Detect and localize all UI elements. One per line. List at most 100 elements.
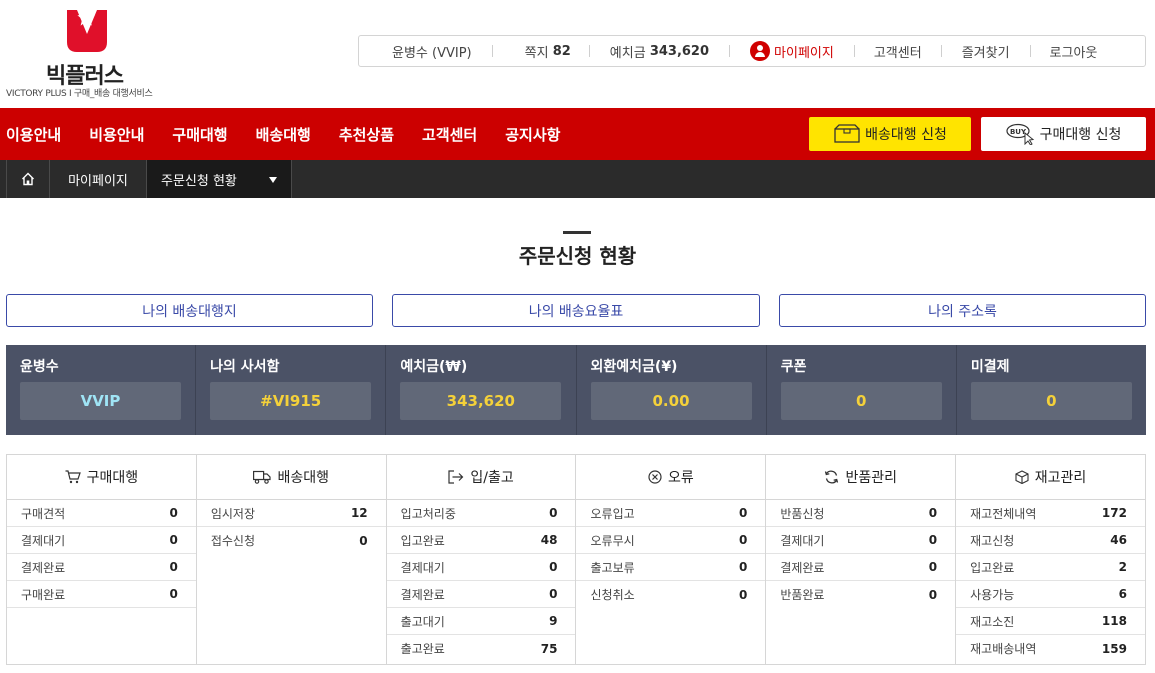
status-row-label: 출고완료 — [400, 642, 445, 656]
mypage-link[interactable]: 마이페이지 — [730, 36, 854, 66]
status-row[interactable]: 사용가능 6 — [956, 581, 1145, 608]
breadcrumb-mypage[interactable]: 마이페이지 — [50, 160, 147, 198]
status-row[interactable]: 입고완료 48 — [386, 527, 576, 554]
breadcrumb-current-dropdown[interactable]: 주문신청 현황 — [147, 160, 292, 198]
account-summary-panel: 윤병수 VVIP 나의 사서함 #VI915 예치금(₩) 343,620 외환… — [6, 345, 1146, 435]
my-shipping-rates-button[interactable]: 나의 배송요율표 — [392, 294, 760, 327]
status-row[interactable]: 결제완료 0 — [7, 554, 196, 581]
sign-in-icon — [448, 470, 464, 484]
summary-label: 외환예치금(¥) — [590, 359, 678, 375]
status-row[interactable]: 구매견적 0 — [7, 500, 196, 527]
status-row-label: 재고전체내역 — [970, 506, 1037, 521]
status-row[interactable]: 신청취소 0 — [576, 581, 765, 608]
user-grade: 윤병수 (VVIP) — [359, 36, 492, 66]
status-row-count: 48 — [540, 533, 558, 547]
status-grid: 구매대행 구매견적 0 결제대기 0 결제완료 0 구매완료 0 배송대행 임시저장 12… — [6, 454, 1146, 665]
status-column-inventory: 재고관리 재고전체내역 172 재고신청 46 입고완료 2 사용가능 6 재고소진 11… — [956, 455, 1145, 664]
logo-tagline: VICTORY PLUS I 구매_배송 대행서비스 — [6, 89, 153, 99]
my-shipping-address-button[interactable]: 나의 배송대행지 — [6, 294, 373, 327]
status-row[interactable]: 입고처리중 0 — [386, 500, 576, 527]
nav-item-purchase-agency[interactable]: 구매대행 — [172, 124, 227, 145]
status-row[interactable]: 결제완료 0 — [766, 554, 956, 581]
status-row[interactable]: 재고배송내역 159 — [956, 635, 1145, 662]
nav-item-shipping-agency[interactable]: 배송대행 — [256, 124, 311, 145]
status-row[interactable]: 결제대기 0 — [766, 527, 956, 554]
status-row[interactable]: 입고완료 2 — [956, 554, 1145, 581]
status-column-header: 입/출고 — [386, 455, 576, 500]
status-row-label: 결제완료 — [400, 587, 445, 602]
status-row-count: 118 — [1101, 614, 1127, 628]
buy-cursor-icon: BUY — [1006, 123, 1034, 145]
notes-label: 쪽지 — [524, 45, 549, 61]
status-row[interactable]: 접수신청 0 — [197, 527, 386, 554]
summary-value: 0 — [970, 382, 1132, 420]
cart-icon — [65, 470, 81, 484]
status-row[interactable]: 출고보류 0 — [576, 554, 766, 581]
status-row-label: 결제완료 — [780, 560, 825, 575]
deposit-value: 343,620 — [649, 43, 710, 59]
status-row[interactable]: 재고소진 118 — [956, 608, 1145, 635]
site-logo[interactable]: 빅플러스 VICTORY PLUS I 구매_배송 대행서비스 — [6, 4, 176, 104]
status-row-label: 임시저장 — [210, 506, 255, 521]
summary-grade: 윤병수 VVIP — [6, 345, 197, 435]
summary-label: 미결제 — [970, 359, 1010, 375]
status-row[interactable]: 반품신청 0 — [766, 500, 956, 527]
status-column-shipping: 배송대행 임시저장 12 접수신청 0 — [196, 455, 387, 664]
deposit-label: 예치금 — [609, 45, 646, 61]
my-address-book-button[interactable]: 나의 주소록 — [779, 294, 1146, 327]
notes-count: 82 — [552, 43, 571, 59]
purchase-request-button[interactable]: BUY 구매대행 신청 — [981, 117, 1146, 151]
nav-item-recommended[interactable]: 추천상품 — [339, 124, 394, 145]
nav-item-support[interactable]: 고객센터 — [422, 124, 477, 145]
caret-down-icon — [269, 177, 277, 183]
status-row-label: 구매완료 — [21, 587, 66, 602]
status-row-count: 0 — [738, 506, 748, 520]
status-row[interactable]: 오류무시 0 — [576, 527, 766, 554]
status-row-label: 오류무시 — [590, 533, 635, 548]
error-circle-icon — [648, 470, 662, 484]
favorites-label: 즐겨찾기 — [961, 45, 1010, 61]
status-column-returns: 반품관리 반품신청 0 결제대기 0 결제완료 0 반품완료 0 — [766, 455, 957, 664]
status-column-error: 오류 오류입고 0 오류무시 0 출고보류 0 신청취소 0 — [576, 455, 767, 664]
status-row-count: 0 — [549, 506, 558, 520]
status-row-label: 입고처리중 — [400, 506, 456, 521]
status-row[interactable]: 재고신청 46 — [956, 527, 1145, 554]
status-row-label: 반품완료 — [780, 588, 825, 602]
logout-link[interactable]: 로그아웃 — [1031, 36, 1098, 66]
page-title: 주문신청 현황 — [518, 244, 637, 268]
summary-value: 0.00 — [590, 382, 752, 420]
status-row-count: 0 — [169, 560, 178, 574]
support-link[interactable]: 고객센터 — [855, 36, 941, 66]
status-row[interactable]: 결제대기 0 — [7, 527, 196, 554]
utility-bar: 윤병수 (VVIP) 쪽지 82 예치금 343,620 마이페이지 고객센터 … — [358, 35, 1146, 67]
status-column-header: 배송대행 — [196, 455, 386, 500]
nav-item-guide[interactable]: 이용안내 — [6, 124, 61, 145]
breadcrumb-home[interactable] — [6, 160, 50, 198]
summary-mailbox: 나의 사서함 #VI915 — [196, 345, 387, 435]
nav-item-notice[interactable]: 공지사항 — [505, 124, 560, 145]
shipping-request-button[interactable]: 배송대행 신청 — [809, 117, 971, 151]
summary-coupon: 쿠폰 0 — [767, 345, 957, 435]
status-row[interactable]: 임시저장 12 — [196, 500, 386, 527]
status-row[interactable]: 재고전체내역 172 — [956, 500, 1145, 527]
status-row[interactable]: 반품완료 0 — [766, 581, 955, 608]
status-row-count: 0 — [928, 533, 938, 547]
status-row[interactable]: 결제대기 0 — [386, 554, 576, 581]
status-column-purchase: 구매대행 구매견적 0 결제대기 0 결제완료 0 구매완료 0 — [7, 455, 197, 664]
logout-label: 로그아웃 — [1049, 45, 1098, 61]
status-row[interactable]: 오류입고 0 — [576, 500, 766, 527]
nav-item-pricing[interactable]: 비용안내 — [89, 124, 144, 145]
status-row-label: 구매견적 — [21, 506, 66, 521]
status-row-label: 재고신청 — [970, 533, 1015, 548]
notes-link[interactable]: 쪽지 82 — [493, 36, 589, 66]
favorites-link[interactable]: 즐겨찾기 — [942, 36, 1030, 66]
status-row-count: 0 — [169, 587, 178, 601]
status-row[interactable]: 구매완료 0 — [7, 581, 196, 608]
title-accent — [563, 231, 591, 234]
status-row[interactable]: 결제완료 0 — [386, 581, 576, 608]
breadcrumb: 마이페이지 주문신청 현황 — [0, 160, 1155, 198]
status-row[interactable]: 출고완료 75 — [387, 635, 576, 662]
status-row[interactable]: 출고대기 9 — [386, 608, 576, 635]
status-row-label: 입고완료 — [970, 560, 1015, 575]
status-column-inout: 입/출고 입고처리중 0 입고완료 48 결제대기 0 결제완료 0 출고대기 9 출고완… — [386, 455, 577, 664]
